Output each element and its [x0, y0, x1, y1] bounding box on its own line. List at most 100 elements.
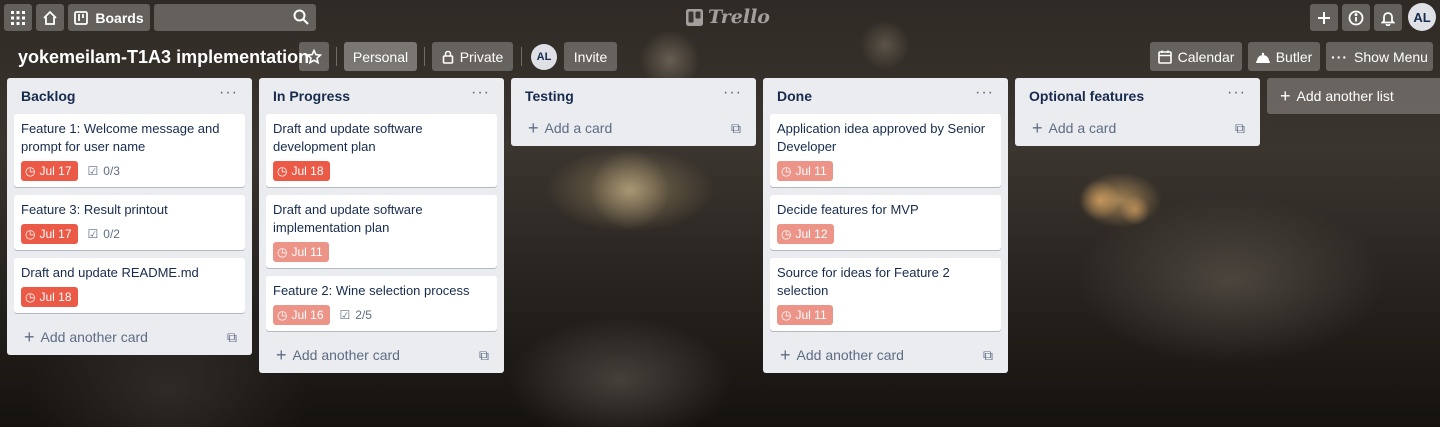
checklist-icon: ☑	[87, 227, 99, 241]
boards-button[interactable]: Boards	[68, 4, 150, 31]
card-title: Decide features for MVP	[777, 202, 919, 217]
bell-icon	[1381, 11, 1395, 26]
card[interactable]: Draft and update software implementation…	[266, 195, 497, 268]
board-title[interactable]: yokemeilam-T1A3 implementation	[18, 44, 309, 70]
card[interactable]: Draft and update README.md ◷ Jul 18	[14, 258, 245, 313]
member-avatar[interactable]: AL	[531, 44, 557, 70]
template-icon[interactable]: ⧉	[227, 329, 237, 346]
lock-icon	[442, 50, 454, 64]
list-menu-icon[interactable]: ···	[219, 85, 238, 101]
card[interactable]: Decide features for MVP ◷ Jul 12	[770, 195, 1001, 250]
card[interactable]: Feature 2: Wine selection process ◷ Jul 1…	[266, 276, 497, 331]
list-menu-icon[interactable]: ···	[975, 85, 994, 101]
plus-icon: +	[780, 344, 791, 365]
template-icon[interactable]: ⧉	[479, 347, 489, 364]
search-icon	[293, 9, 309, 25]
plus-icon: +	[1280, 85, 1291, 106]
card-title: Draft and update README.md	[21, 265, 199, 280]
plus-icon	[1318, 11, 1330, 24]
checklist-badge: ☑ 0/2	[87, 227, 120, 241]
info-button[interactable]	[1342, 4, 1370, 31]
checklist-icon: ☑	[87, 164, 99, 178]
clock-icon: ◷	[781, 227, 792, 241]
calendar-button[interactable]: Calendar	[1150, 42, 1242, 71]
checklist-badge: ☑ 0/3	[87, 164, 120, 178]
card-title: Source for ideas for Feature 2 selection	[777, 265, 950, 298]
list-menu-icon[interactable]: ···	[1227, 85, 1246, 101]
card-title: Feature 3: Result printout	[21, 202, 168, 217]
clock-icon: ◷	[277, 245, 288, 259]
invite-button[interactable]: Invite	[564, 42, 617, 71]
create-button[interactable]	[1310, 4, 1338, 31]
plus-icon: +	[528, 117, 539, 138]
due-date-badge[interactable]: ◷ Jul 17	[21, 161, 78, 181]
logo-text: Trello	[708, 6, 770, 28]
workspace-button[interactable]: Personal	[344, 42, 417, 71]
list-done: Done ··· Application idea approved by Se…	[763, 78, 1008, 373]
due-date-badge[interactable]: ◷ Jul 11	[777, 305, 833, 325]
due-date-badge[interactable]: ◷ Jul 17	[21, 224, 78, 244]
home-button[interactable]	[36, 4, 64, 31]
user-avatar[interactable]: AL	[1408, 3, 1436, 31]
clock-icon: ◷	[25, 290, 36, 304]
due-date-badge[interactable]: ◷ Jul 16	[273, 305, 330, 325]
grid-icon	[11, 10, 25, 25]
list-title[interactable]: Backlog	[21, 88, 75, 104]
card[interactable]: Feature 3: Result printout ◷ Jul 17 ☑ 0/2	[14, 195, 245, 250]
clock-icon: ◷	[781, 164, 792, 178]
add-card-button[interactable]: + Add another card ⧉	[266, 337, 497, 373]
butler-button[interactable]: Butler	[1248, 42, 1320, 71]
due-date-badge[interactable]: ◷ Jul 11	[777, 161, 833, 181]
due-date-badge[interactable]: ◷ Jul 12	[777, 224, 834, 244]
clock-icon: ◷	[25, 227, 36, 241]
boards-label: Boards	[95, 9, 144, 26]
clock-icon: ◷	[25, 164, 36, 178]
plus-icon: +	[276, 344, 287, 365]
trello-logo-icon	[686, 8, 703, 26]
due-date-badge[interactable]: ◷ Jul 18	[273, 161, 330, 181]
due-date-badge[interactable]: ◷ Jul 11	[273, 242, 329, 262]
info-icon	[1348, 10, 1364, 25]
card-title: Feature 2: Wine selection process	[273, 283, 470, 298]
card-title: Draft and update software implementation…	[273, 202, 423, 235]
clock-icon: ◷	[781, 308, 792, 322]
add-card-button[interactable]: + Add a card ⧉	[518, 110, 749, 146]
add-card-button[interactable]: + Add a card ⧉	[1022, 110, 1253, 146]
search-input[interactable]	[154, 4, 316, 31]
card-title: Application idea approved by Senior Deve…	[777, 121, 986, 154]
show-menu-button[interactable]: ··· Show Menu	[1326, 42, 1433, 71]
card[interactable]: Draft and update software development pl…	[266, 114, 497, 187]
trello-logo[interactable]: Trello	[686, 6, 770, 28]
add-card-button[interactable]: + Add another card ⧉	[770, 337, 1001, 373]
card[interactable]: Application idea approved by Senior Deve…	[770, 114, 1001, 187]
clock-icon: ◷	[277, 164, 288, 178]
notifications-button[interactable]	[1374, 4, 1402, 31]
list-title[interactable]: Optional features	[1029, 88, 1144, 104]
list-title[interactable]: In Progress	[273, 88, 350, 104]
butler-icon	[1255, 52, 1270, 63]
list-menu-icon[interactable]: ···	[471, 85, 490, 101]
template-icon[interactable]: ⧉	[731, 120, 741, 137]
top-header: Boards Trello AL	[0, 0, 1440, 34]
star-button[interactable]	[299, 42, 329, 71]
apps-switcher-button[interactable]	[4, 4, 32, 31]
header-separator	[424, 47, 425, 66]
due-date-badge[interactable]: ◷ Jul 18	[21, 287, 78, 307]
template-icon[interactable]: ⧉	[983, 347, 993, 364]
card[interactable]: Feature 1: Welcome message and prompt fo…	[14, 114, 245, 187]
card-title: Feature 1: Welcome message and prompt fo…	[21, 121, 220, 154]
header-separator	[336, 47, 337, 66]
plus-icon: +	[24, 326, 35, 347]
template-icon[interactable]: ⧉	[1235, 120, 1245, 137]
list-title[interactable]: Done	[777, 88, 812, 104]
add-list-button[interactable]: + Add another list	[1267, 78, 1440, 114]
more-icon: ···	[1331, 48, 1349, 65]
list-title[interactable]: Testing	[525, 88, 574, 104]
card[interactable]: Source for ideas for Feature 2 selection…	[770, 258, 1001, 331]
list-menu-icon[interactable]: ···	[723, 85, 742, 101]
add-card-button[interactable]: + Add another card ⧉	[14, 319, 245, 355]
checklist-badge: ☑ 2/5	[339, 308, 372, 322]
list-optional-features: Optional features ··· + Add a card ⧉	[1015, 78, 1260, 146]
calendar-icon	[1157, 50, 1172, 64]
visibility-button[interactable]: Private	[432, 42, 513, 71]
